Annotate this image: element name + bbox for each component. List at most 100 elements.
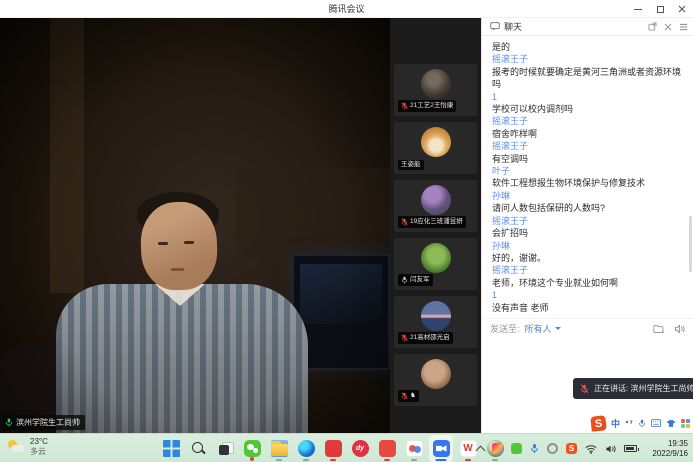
chat-text: 没有声音 老师: [492, 302, 683, 314]
taskbar-app-edge[interactable]: [294, 435, 318, 462]
tray-settings-icon[interactable]: [547, 443, 558, 454]
screen: 腾讯会议: [0, 0, 693, 462]
chat-text: 有空调吗: [492, 153, 683, 165]
close-icon: [678, 5, 686, 13]
chat-message: 孙琳 请问人数包括保研的人数吗?: [492, 190, 683, 215]
chat-sender: 1: [492, 91, 683, 103]
chat-text: 是的: [492, 41, 683, 53]
chat-close-icon[interactable]: [664, 23, 672, 31]
menu-icon[interactable]: [679, 23, 688, 31]
participant-tile[interactable]: 19应化三班潘昱妍: [394, 180, 477, 232]
tray-mic-icon[interactable]: [530, 443, 539, 454]
participant-tile[interactable]: ♞: [394, 354, 477, 406]
ime-voice-icon[interactable]: [638, 419, 646, 428]
screenshot-folder-icon[interactable]: [653, 324, 665, 334]
app-icon: [163, 440, 180, 457]
taskbar-app-redapp[interactable]: [375, 435, 399, 462]
taskbar-app-meeting[interactable]: [429, 435, 453, 462]
chat-message: 孙琳 好的，谢谢。: [492, 240, 683, 265]
chat-message-list[interactable]: 是的 摇滚王子 报考的时候就要确定是黄河三角洲或者资源环境吗 1 学校可以校内调…: [482, 37, 693, 318]
battery-icon[interactable]: [624, 445, 637, 452]
taskbar-app-icons: dy: [159, 434, 507, 462]
app-icon: [433, 440, 450, 457]
participant-label: ♞: [398, 390, 419, 402]
sogou-logo-icon[interactable]: S: [590, 415, 606, 431]
ime-language-toggle[interactable]: 中: [611, 417, 620, 430]
taskbar-weather-widget[interactable]: 23°C 多云: [7, 437, 48, 457]
chat-title: 聊天: [504, 20, 522, 33]
ime-toolbox-icon[interactable]: [681, 419, 690, 428]
chat-message: 摇滚王子 报考的时候就要确定是黄河三角洲或者资源环境吗: [492, 53, 683, 90]
chat-sender: 摇滚王子: [492, 115, 683, 127]
participant-tile[interactable]: 闫友军: [394, 238, 477, 290]
participant-strip[interactable]: 21工艺2王怡康 王姿能: [390, 18, 481, 433]
maximize-button[interactable]: [649, 0, 671, 18]
app-icon: [298, 440, 315, 457]
ime-keyboard-icon[interactable]: [651, 419, 661, 427]
chat-text: 请问人数包括保研的人数吗?: [492, 202, 683, 214]
minimize-button[interactable]: [627, 0, 649, 18]
participant-name: 21高材邵光启: [410, 335, 450, 342]
chat-sender: 摇滚王子: [492, 140, 683, 152]
tray-wechat-icon[interactable]: [511, 443, 522, 454]
chat-sender: 1: [492, 289, 683, 301]
chat-text: 报考的时候就要确定是黄河三角洲或者资源环境吗: [492, 66, 683, 91]
chat-sender: 摇滚王子: [492, 264, 683, 276]
ime-punctuation-icon[interactable]: [625, 419, 633, 427]
chat-text: 老师，环境这个专业就业如何啊: [492, 277, 683, 289]
taskbar: 23°C 多云: [0, 433, 693, 462]
volume-icon[interactable]: [605, 444, 616, 454]
participant-tile[interactable]: 21高材邵光启: [394, 296, 477, 348]
ime-toolbar[interactable]: S 中: [591, 414, 690, 432]
chat-message: 摇滚王子 宿舍咋样啊: [492, 115, 683, 140]
participant-name: ♞: [410, 393, 416, 400]
mic-active-icon: [5, 418, 13, 427]
app-icon: [244, 440, 261, 457]
taskbar-app-explorer[interactable]: [267, 435, 291, 462]
taskbar-app-circles[interactable]: [402, 435, 426, 462]
clock-date: 2022/9/16: [652, 449, 688, 459]
popout-icon[interactable]: [648, 22, 657, 31]
chat-sender: 摇滚王子: [492, 53, 683, 65]
chat-header: 聊天: [482, 18, 693, 36]
taskbar-app-huawei[interactable]: [321, 435, 345, 462]
window-titlebar[interactable]: 腾讯会议: [0, 0, 693, 18]
chat-bubble-icon: [490, 22, 500, 31]
tray-expand-icon[interactable]: [477, 445, 484, 452]
app-icon: [217, 440, 234, 457]
main-video-tile[interactable]: 滨州学院生工尚帅: [0, 18, 390, 433]
weather-icon: [7, 440, 25, 454]
participant-tile[interactable]: 21工艺2王怡康: [394, 64, 477, 116]
ime-skin-icon[interactable]: [666, 419, 676, 428]
toast-mic-muted-icon: [580, 384, 589, 394]
participant-tile[interactable]: 王姿能: [394, 122, 477, 174]
chat-text: 好的，谢谢。: [492, 252, 683, 264]
send-to-label: 发送至:: [490, 322, 520, 335]
taskbar-clock[interactable]: 19:35 2022/9/16: [652, 439, 688, 458]
participant-avatar: [421, 301, 451, 331]
message-sound-icon[interactable]: [674, 324, 685, 334]
chat-sender: 孙琳: [492, 190, 683, 202]
participant-avatar: [421, 69, 451, 99]
taskbar-app-start[interactable]: [159, 435, 183, 462]
taskbar-app-search[interactable]: [186, 435, 210, 462]
tray-sogou-icon[interactable]: S: [566, 443, 577, 454]
taskbar-app-taskview[interactable]: [213, 435, 237, 462]
participant-name: 王姿能: [401, 162, 421, 169]
close-button[interactable]: [671, 0, 693, 18]
mic-muted-icon: [401, 218, 408, 226]
chat-scrollbar[interactable]: [689, 216, 692, 272]
chat-sender: 摇滚王子: [492, 215, 683, 227]
send-to-selector[interactable]: 所有人: [525, 322, 552, 335]
mic-muted-icon: [401, 334, 408, 342]
app-icon: W: [460, 440, 477, 457]
taskbar-app-wechat[interactable]: [240, 435, 264, 462]
chat-sender: 叶子: [492, 165, 683, 177]
main-speaker-label: 滨州学院生工尚帅: [2, 415, 85, 430]
wifi-icon[interactable]: [585, 444, 597, 454]
taskbar-app-douyin[interactable]: dy: [348, 435, 372, 462]
chat-sender: 孙琳: [492, 240, 683, 252]
participant-avatar: [421, 243, 451, 273]
chat-message: 摇滚王子 会扩招吗: [492, 215, 683, 240]
tray-meeting-icon[interactable]: [492, 443, 503, 454]
